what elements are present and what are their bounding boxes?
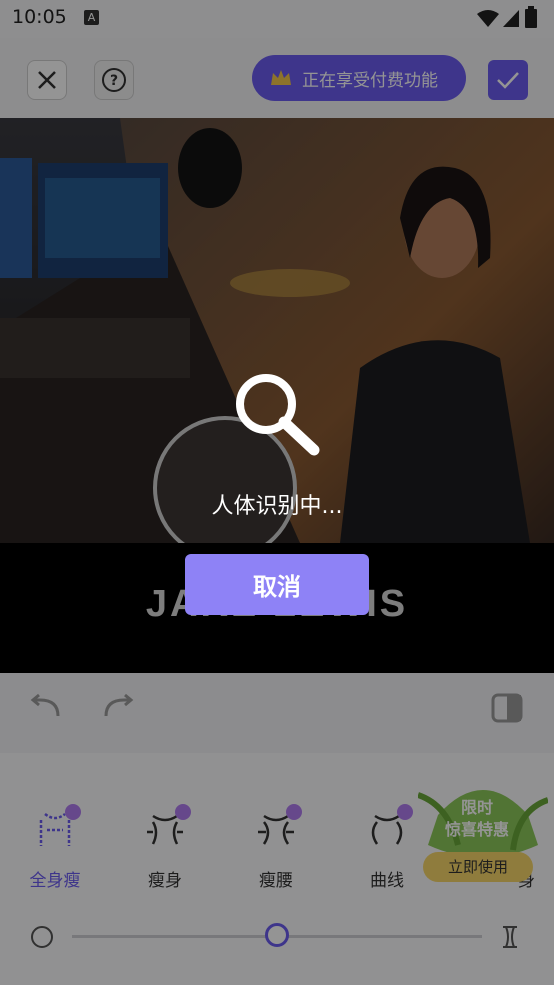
search-icon [236,374,320,456]
cancel-button[interactable]: 取消 [185,554,369,615]
loading-text: 人体识别中... [211,494,343,519]
